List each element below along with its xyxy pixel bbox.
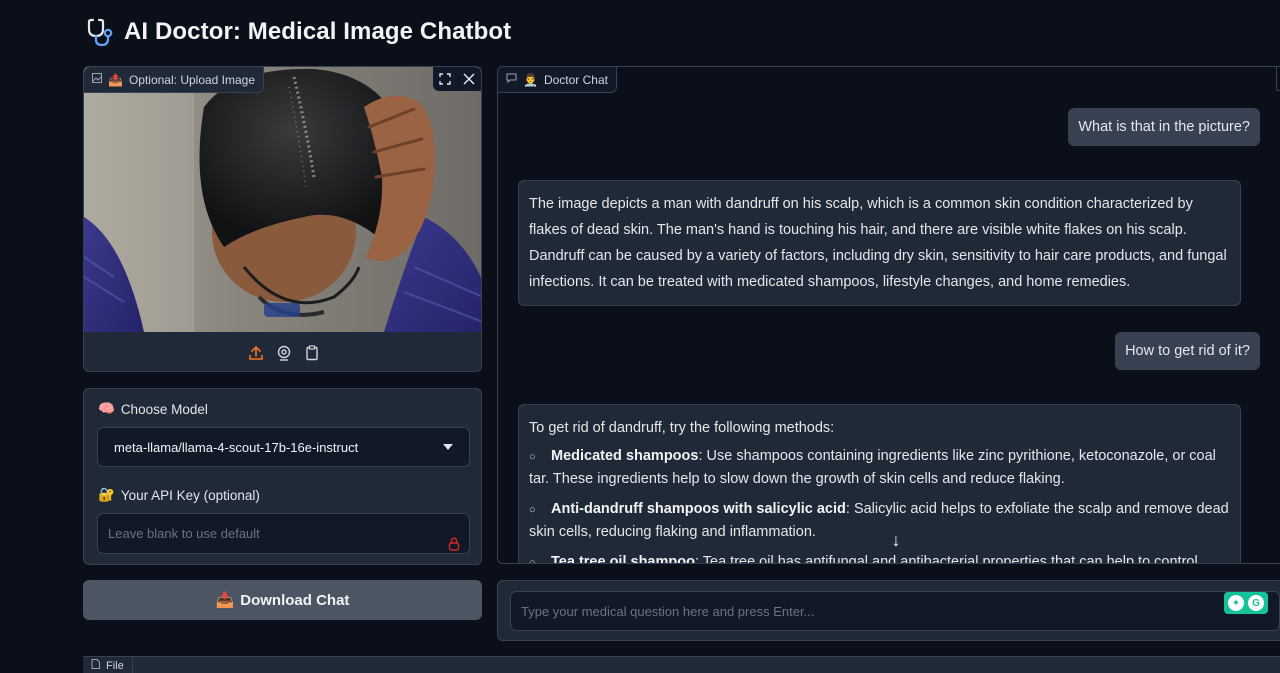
grammarly-assist-icon[interactable]: ✦: [1228, 595, 1244, 611]
webcam-icon[interactable]: [275, 344, 293, 362]
lock-emoji: 🔐: [98, 487, 115, 502]
doctor-emoji: 👨‍⚕️: [523, 72, 538, 87]
image-upload-panel[interactable]: 📤 Optional: Upload Image: [83, 66, 482, 372]
model-selected-value: meta-llama/llama-4-scout-17b-16e-instruc…: [114, 439, 359, 455]
file-panel: File: [83, 656, 1280, 673]
user-message-text: What is that in the picture?: [1078, 119, 1250, 135]
caret-down-icon: [443, 444, 453, 450]
chat-bubble-icon: [506, 73, 517, 86]
api-key-label: 🔐 Your API Key (optional): [98, 487, 260, 503]
image-panel-label-text: Optional: Upload Image: [128, 72, 256, 87]
clipboard-icon[interactable]: [303, 344, 321, 362]
upload-icon[interactable]: [247, 344, 265, 362]
grammarly-g-icon[interactable]: G: [1248, 595, 1264, 611]
model-label-text: Choose Model: [120, 401, 208, 417]
settings-panel: 🧠 Choose Model meta-llama/llama-4-scout-…: [83, 388, 482, 565]
user-message: What is that in the picture?: [1068, 108, 1260, 146]
image-panel-label: 📤 Optional: Upload Image: [84, 67, 265, 93]
bot-message: To get rid of dandruff, try the followin…: [518, 404, 1241, 564]
download-chat-button[interactable]: 📥 Download Chat: [83, 580, 482, 620]
bullet-icon: ○: [529, 557, 536, 564]
bot-message-intro: To get rid of dandruff, try the followin…: [529, 420, 835, 436]
bot-message-list: ○ Medicated shampoos: Use shampoos contai…: [529, 445, 1230, 564]
chat-panel-label-text: Doctor Chat: [543, 72, 608, 87]
chat-panel-corner: [1276, 67, 1280, 91]
list-item: ○ Medicated shampoos: Use shampoos contai…: [529, 445, 1230, 490]
list-item: ○ Tea tree oil shampoo: Tea tree oil has …: [529, 551, 1230, 564]
uploaded-image: [84, 67, 481, 332]
scroll-down-arrow-icon[interactable]: ↓: [885, 529, 907, 551]
model-label: 🧠 Choose Model: [98, 401, 208, 417]
list-item-title: Anti-dandruff shampoos with salicylic ac…: [551, 501, 846, 517]
list-item: ○ Anti-dandruff shampoos with salicylic a…: [529, 498, 1230, 543]
model-dropdown[interactable]: meta-llama/llama-4-scout-17b-16e-instruc…: [97, 427, 470, 467]
image-icon: [92, 73, 102, 86]
bot-message-text: The image depicts a man with dandruff on…: [529, 196, 1227, 290]
chat-input-panel: ✦ G: [497, 580, 1280, 641]
chat-history[interactable]: What is that in the picture? The image d…: [498, 67, 1280, 564]
file-icon: [91, 659, 100, 672]
user-message: How to get rid of it?: [1115, 332, 1260, 370]
bot-message: The image depicts a man with dandruff on…: [518, 180, 1241, 306]
image-source-actions: [84, 332, 481, 371]
user-message-text: How to get rid of it?: [1125, 343, 1250, 359]
chat-panel-label: 👨‍⚕️ Doctor Chat: [498, 67, 617, 93]
download-chat-label: Download Chat: [240, 591, 350, 609]
file-tab: File: [83, 657, 133, 673]
download-emoji: 📥: [215, 592, 235, 609]
bullet-icon: ○: [529, 504, 536, 516]
upload-emoji: 📤: [108, 72, 123, 87]
brain-emoji: 🧠: [98, 401, 115, 416]
list-item-title: Tea tree oil shampoo: [551, 554, 695, 564]
chat-message-input[interactable]: [510, 591, 1280, 631]
list-item-title: Medicated shampoos: [551, 448, 699, 464]
app-header: AI Doctor: Medical Image Chatbot: [86, 17, 511, 47]
grammarly-widget[interactable]: ✦ G: [1224, 592, 1268, 614]
bullet-icon: ○: [529, 451, 536, 463]
file-tab-label: File: [106, 659, 124, 672]
stethoscope-icon: [86, 17, 116, 47]
page-title: AI Doctor: Medical Image Chatbot: [124, 18, 512, 45]
api-key-input[interactable]: [97, 513, 470, 554]
chat-panel: What is that in the picture? The image d…: [497, 66, 1280, 564]
password-manager-icon[interactable]: [448, 537, 460, 556]
image-toolbar: [433, 67, 481, 91]
fullscreen-icon[interactable]: [433, 67, 457, 91]
list-item-text: : Tea tree oil has antifungal and antiba…: [694, 554, 1198, 564]
close-icon[interactable]: [457, 67, 481, 91]
api-key-label-text: Your API Key (optional): [120, 487, 260, 503]
